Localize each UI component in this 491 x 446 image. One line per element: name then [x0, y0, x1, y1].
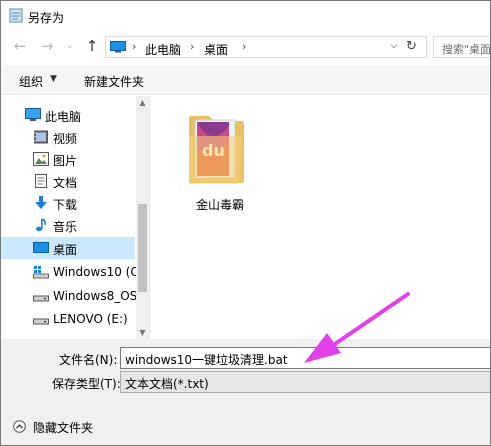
sidebar-item-downloads[interactable]: 下载: [1, 192, 135, 214]
sidebar-item-label: 音乐: [53, 220, 78, 234]
forward-button[interactable]: →: [38, 37, 56, 55]
sidebar-item-drive-d[interactable]: Windows8_OS: [1, 285, 138, 307]
music-icon: [36, 218, 47, 232]
title-bar: 另存为: [1, 1, 490, 31]
sidebar-item-drive-e[interactable]: LENOVO (E:): [1, 308, 135, 330]
scroll-down-icon[interactable]: ▼: [136, 328, 149, 337]
file-name: 金山毒霸: [195, 198, 244, 212]
drive-icon: [33, 295, 49, 302]
sidebar-item-label: 视频: [53, 132, 78, 146]
windows-drive-icon: [33, 266, 49, 279]
filename-field[interactable]: windows10一键垃圾清理.bat: [120, 347, 490, 369]
filetype-select[interactable]: 文本文档(*.txt): [120, 371, 490, 393]
window-title: 另存为: [28, 11, 65, 25]
sidebar-item-videos[interactable]: 视频: [1, 126, 135, 148]
navigation-pane-scrollbar[interactable]: ▲ ▼: [136, 96, 149, 339]
filename-value: windows10一键垃圾清理.bat: [125, 353, 288, 367]
sidebar-item-label: 文档: [53, 176, 78, 190]
collapse-arrow-icon: [13, 420, 26, 433]
sidebar-item-label: Windows8_OS: [53, 289, 138, 303]
recent-locations-button[interactable]: ⌄: [61, 37, 79, 55]
chevron-down-icon: ⌄: [66, 41, 74, 51]
arrow-left-icon: ←: [13, 37, 27, 55]
up-button[interactable]: ↑: [83, 37, 101, 55]
sidebar-item-label: 图片: [53, 154, 78, 168]
breadcrumb-separator-icon: ›: [242, 40, 247, 53]
sidebar-item-label: Windows10 (C:: [53, 265, 143, 279]
file-list: du 金山毒霸: [150, 96, 490, 339]
search-box[interactable]: 搜索"桌面: [433, 36, 490, 58]
command-bar: 组织 ▼ 新建文件夹: [1, 65, 490, 95]
sidebar-item-this-pc[interactable]: 此电脑: [1, 104, 135, 126]
drive-icon: [33, 318, 49, 325]
navigation-pane: 此电脑 视频 图片 文档 下载 音乐 桌面 Windows10 (C: Wind…: [1, 96, 150, 339]
address-dropdown-icon[interactable]: ⌵: [390, 40, 398, 51]
breadcrumb-separator-icon: ›: [132, 40, 137, 53]
folder-icon: du: [189, 116, 244, 184]
filetype-value: 文本文档(*.txt): [125, 377, 209, 391]
hide-folders-label: 隐藏文件夹: [33, 421, 94, 435]
sidebar-item-label: 桌面: [53, 243, 78, 257]
download-icon: [35, 196, 47, 209]
file-item[interactable]: du 金山毒霸: [185, 108, 255, 218]
arrow-right-icon: →: [40, 37, 54, 55]
desktop-icon: [33, 242, 49, 253]
address-bar[interactable]: › 此电脑 › 桌面 › ⌵ ↻: [105, 36, 427, 58]
sidebar-item-desktop[interactable]: 桌面: [1, 237, 135, 259]
sidebar-item-drive-c[interactable]: Windows10 (C:: [1, 261, 143, 283]
notepad-icon: [9, 8, 23, 23]
search-input[interactable]: 搜索"桌面: [442, 41, 490, 57]
filetype-label: 保存类型(T):: [52, 377, 121, 391]
scroll-up-icon[interactable]: ▲: [136, 98, 149, 107]
refresh-icon[interactable]: ↻: [406, 39, 417, 54]
monitor-icon: [110, 41, 126, 53]
breadcrumb-separator-icon: ›: [190, 40, 195, 53]
filename-label: 文件名(N):: [59, 353, 118, 367]
scrollbar-thumb[interactable]: [138, 204, 147, 292]
save-as-dialog: 另存为 ← → ⌄ ↑ › 此电脑 › 桌面 › ⌵ ↻ 搜索"桌面 组织 ▼ …: [0, 0, 491, 446]
new-folder-button[interactable]: 新建文件夹: [84, 73, 144, 90]
video-icon: [34, 130, 48, 144]
sidebar-item-pictures[interactable]: 图片: [1, 148, 135, 170]
computer-icon: [25, 108, 41, 121]
back-button[interactable]: ←: [11, 37, 29, 55]
navigation-bar: ← → ⌄ ↑ › 此电脑 › 桌面 › ⌵ ↻ 搜索"桌面: [1, 31, 490, 63]
caret-down-icon[interactable]: ▼: [50, 74, 57, 84]
sidebar-item-label: LENOVO (E:): [53, 312, 128, 326]
save-form: 文件名(N): windows10一键垃圾清理.bat 保存类型(T): 文本文…: [1, 339, 490, 445]
sidebar-item-label: 此电脑: [45, 110, 82, 124]
breadcrumb-this-pc[interactable]: 此电脑: [145, 41, 181, 58]
sidebar-item-music[interactable]: 音乐: [1, 214, 135, 236]
picture-icon: [33, 152, 49, 166]
document-icon: [35, 174, 47, 188]
breadcrumb-desktop[interactable]: 桌面: [204, 41, 228, 58]
sidebar-item-label: 下载: [53, 198, 78, 212]
organize-button[interactable]: 组织: [19, 73, 43, 90]
sidebar-item-documents[interactable]: 文档: [1, 170, 135, 192]
arrow-up-icon: ↑: [85, 37, 99, 55]
